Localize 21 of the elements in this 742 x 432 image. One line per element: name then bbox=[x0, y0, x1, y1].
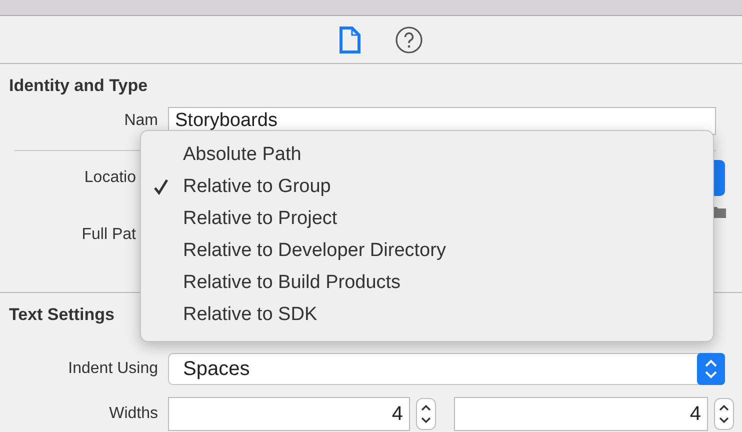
field-label: Locatio bbox=[83, 169, 137, 187]
field-label: Indent Using bbox=[67, 360, 158, 378]
help-icon[interactable] bbox=[395, 26, 423, 54]
section-title: Identity and Type bbox=[8, 75, 148, 97]
tab-width-field[interactable]: 4 bbox=[168, 397, 410, 431]
menu-item[interactable]: Relative to Project bbox=[141, 203, 713, 235]
indent-popup[interactable]: Spaces bbox=[168, 353, 725, 385]
indent-width-field[interactable]: 4 bbox=[454, 397, 708, 431]
menu-item[interactable]: Absolute Path bbox=[141, 139, 713, 171]
field-label: Full Pat bbox=[80, 226, 137, 244]
section-title: Text Settings bbox=[8, 304, 114, 326]
menu-item[interactable]: Relative to SDK bbox=[141, 299, 713, 331]
menu-item[interactable]: Relative to Developer Directory bbox=[141, 235, 713, 267]
stepper-icon[interactable] bbox=[714, 398, 734, 430]
file-icon[interactable] bbox=[339, 26, 361, 54]
updown-icon bbox=[697, 353, 725, 385]
menu-item[interactable]: Relative to Build Products bbox=[141, 267, 713, 299]
menu-item[interactable]: Relative to Group bbox=[141, 171, 713, 203]
field-label: Widths bbox=[108, 405, 158, 423]
field-label: Nam bbox=[123, 112, 158, 130]
stepper-icon[interactable] bbox=[416, 398, 436, 430]
